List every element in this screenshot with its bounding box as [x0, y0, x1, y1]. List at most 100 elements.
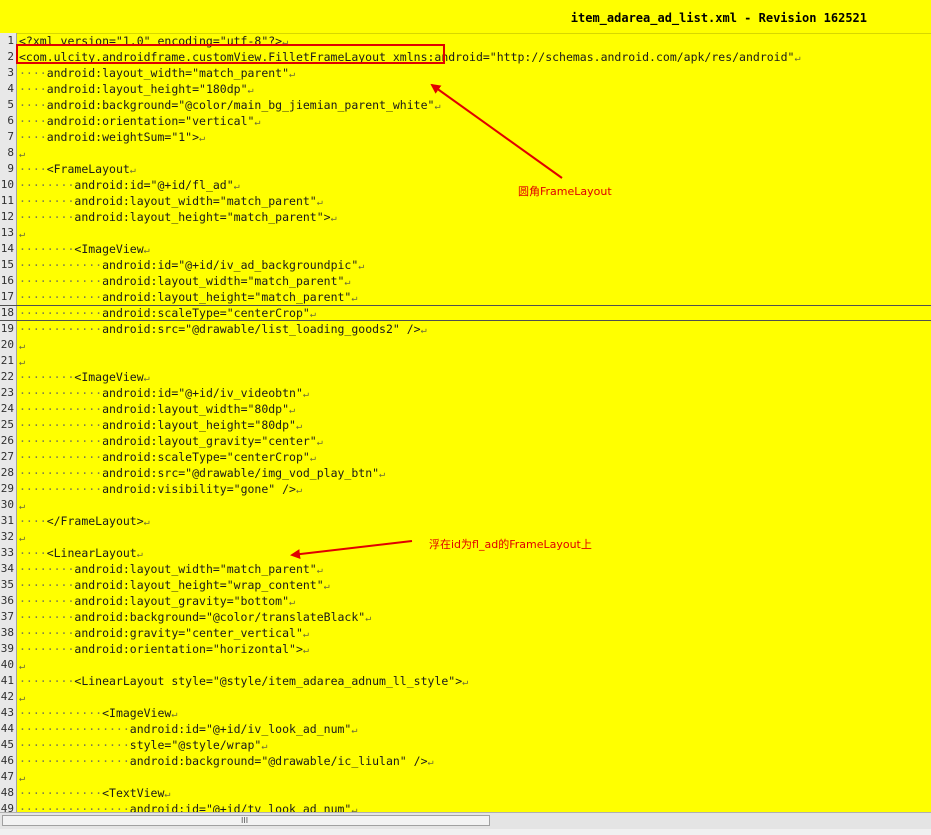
- newline-marker: ↵: [351, 805, 358, 812]
- line-content: android:background="@color/main_bg_jiemi…: [46, 98, 435, 112]
- title-bar: item_adarea_ad_list.xml - Revision 16252…: [0, 0, 931, 34]
- code-line[interactable]: 21 ↵: [0, 353, 931, 369]
- line-content: android:visibility="gone" />: [102, 482, 296, 496]
- line-number: 20: [0, 338, 14, 351]
- code-line[interactable]: 49 ················android:id="@+id/tv_lo…: [0, 801, 931, 812]
- code-line[interactable]: 40 ↵: [0, 657, 931, 673]
- line-content: <LinearLayout: [46, 546, 137, 560]
- newline-marker: ↵: [330, 213, 337, 224]
- newline-marker: ↵: [794, 53, 801, 64]
- code-line[interactable]: 5 ····android:background="@color/main_bg_…: [0, 97, 931, 113]
- line-content: android:layout_width="match_parent": [46, 66, 290, 80]
- code-line[interactable]: 30 ↵: [0, 497, 931, 513]
- line-number: 21: [0, 354, 14, 367]
- code-line[interactable]: 7 ····android:weightSum="1">↵: [0, 129, 931, 145]
- line-number: 29: [0, 482, 14, 495]
- indent-markers: ····: [19, 66, 47, 80]
- newline-marker: ↵: [316, 197, 323, 208]
- line-number: 23: [0, 386, 14, 399]
- code-editor[interactable]: 1 <?xml version="1.0" encoding="utf-8"?>↵…: [0, 33, 931, 812]
- code-line[interactable]: 28 ············android:src="@drawable/img…: [0, 465, 931, 481]
- code-line[interactable]: 11 ········android:layout_width="match_pa…: [0, 193, 931, 209]
- newline-marker: ↵: [171, 709, 178, 720]
- newline-marker: ↵: [19, 149, 26, 160]
- newline-marker: ↵: [143, 517, 150, 528]
- line-content: android:layout_width="match_parent": [74, 562, 317, 576]
- code-line[interactable]: 14 ········<ImageView↵: [0, 241, 931, 257]
- code-line[interactable]: 6 ····android:orientation="vertical"↵: [0, 113, 931, 129]
- code-line[interactable]: 29 ············android:visibility="gone" …: [0, 481, 931, 497]
- indent-markers: ················: [19, 754, 130, 768]
- scrollbar-thumb[interactable]: III: [2, 815, 490, 826]
- code-line[interactable]: 36 ········android:layout_gravity="bottom…: [0, 593, 931, 609]
- line-content: <ImageView: [102, 706, 172, 720]
- code-line[interactable]: 1 <?xml version="1.0" encoding="utf-8"?>↵: [0, 33, 931, 49]
- code-line[interactable]: 39 ········android:orientation="horizonta…: [0, 641, 931, 657]
- code-line[interactable]: 25 ············android:layout_height="80d…: [0, 417, 931, 433]
- editor-window: item_adarea_ad_list.xml - Revision 16252…: [0, 0, 931, 835]
- code-line[interactable]: 46 ················android:background="@d…: [0, 753, 931, 769]
- line-number: 25: [0, 418, 14, 431]
- line-content: android:gravity="center_vertical": [74, 626, 303, 640]
- code-line[interactable]: 27 ············android:scaleType="centerC…: [0, 449, 931, 465]
- newline-marker: ↵: [420, 325, 427, 336]
- code-line[interactable]: 35 ········android:layout_height="wrap_co…: [0, 577, 931, 593]
- newline-marker: ↵: [289, 69, 296, 80]
- code-line[interactable]: 19 ············android:src="@drawable/lis…: [0, 321, 931, 337]
- code-line[interactable]: 31 ····</FrameLayout>↵: [0, 513, 931, 529]
- line-content: android:layout_gravity="bottom": [74, 594, 290, 608]
- code-line[interactable]: 43 ············<ImageView↵: [0, 705, 931, 721]
- code-line[interactable]: 44 ················android:id="@+id/iv_lo…: [0, 721, 931, 737]
- line-content: android:layout_width="match_parent": [102, 274, 345, 288]
- code-line[interactable]: 20 ↵: [0, 337, 931, 353]
- line-content: android:layout_width="match_parent": [74, 194, 317, 208]
- line-number: 27: [0, 450, 14, 463]
- line-content: android:orientation="horizontal">: [74, 642, 303, 656]
- line-content: android:src="@drawable/list_loading_good…: [102, 322, 421, 336]
- newline-marker: ↵: [254, 117, 261, 128]
- line-number: 32: [0, 530, 14, 543]
- newline-marker: ↵: [282, 37, 289, 48]
- code-line[interactable]: 16 ············android:layout_width="matc…: [0, 273, 931, 289]
- code-line[interactable]: 12 ········android:layout_height="match_p…: [0, 209, 931, 225]
- code-line[interactable]: 45 ················style="@style/wrap"↵: [0, 737, 931, 753]
- code-line[interactable]: 13 ↵: [0, 225, 931, 241]
- code-line[interactable]: 34 ········android:layout_width="match_pa…: [0, 561, 931, 577]
- code-lines[interactable]: 1 <?xml version="1.0" encoding="utf-8"?>↵…: [0, 33, 931, 812]
- code-line[interactable]: 22 ········<ImageView↵: [0, 369, 931, 385]
- line-content: android:id="@+id/iv_ad_backgroundpic": [102, 258, 359, 272]
- annotation-floating-layout: 浮在id为fl_ad的FrameLayout上: [429, 538, 592, 551]
- code-line[interactable]: 2 <com.ulcity.androidframe.customView.Fil…: [0, 49, 931, 65]
- code-line[interactable]: 42 ↵: [0, 689, 931, 705]
- code-line[interactable]: 8 ↵: [0, 145, 931, 161]
- line-content: android:id="@+id/tv_look_ad_num": [129, 802, 352, 812]
- code-line[interactable]: 48 ············<TextView↵: [0, 785, 931, 801]
- code-line[interactable]: 37 ········android:background="@color/tra…: [0, 609, 931, 625]
- line-content: android:id="@+id/iv_look_ad_num": [129, 722, 352, 736]
- line-text: ················android:id="@+id/tv_look…: [19, 801, 357, 812]
- line-content: <LinearLayout style="@style/item_adarea_…: [74, 674, 463, 688]
- code-line[interactable]: 23 ············android:id="@+id/iv_videob…: [0, 385, 931, 401]
- line-content: android:layout_height="match_parent">: [74, 210, 331, 224]
- code-line[interactable]: 9 ····<FrameLayout↵: [0, 161, 931, 177]
- line-content: android:background="@drawable/ic_liulan"…: [129, 754, 428, 768]
- code-line[interactable]: 3 ····android:layout_width="match_parent"…: [0, 65, 931, 81]
- code-line[interactable]: 15 ············android:id="@+id/iv_ad_bac…: [0, 257, 931, 273]
- code-line[interactable]: 17 ············android:layout_height="mat…: [0, 289, 931, 305]
- code-line[interactable]: 18 ············android:scaleType="centerC…: [0, 305, 931, 321]
- line-number: 46: [0, 754, 14, 767]
- indent-markers: ············: [19, 418, 103, 432]
- code-line[interactable]: 47 ↵: [0, 769, 931, 785]
- newline-marker: ↵: [143, 373, 150, 384]
- code-line[interactable]: 4 ····android:layout_height="180dp"↵: [0, 81, 931, 97]
- code-line[interactable]: 41 ········<LinearLayout style="@style/it…: [0, 673, 931, 689]
- indent-markers: ········: [19, 178, 75, 192]
- code-line[interactable]: 26 ············android:layout_gravity="ce…: [0, 433, 931, 449]
- code-line[interactable]: 10 ········android:id="@+id/fl_ad"↵: [0, 177, 931, 193]
- horizontal-scrollbar[interactable]: III: [0, 812, 931, 829]
- code-line[interactable]: 38 ········android:gravity="center_vertic…: [0, 625, 931, 641]
- line-content: android:background="@color/translateBlac…: [74, 610, 366, 624]
- code-line[interactable]: 24 ············android:layout_width="80dp…: [0, 401, 931, 417]
- line-content: android:layout_height="180dp": [46, 82, 248, 96]
- indent-markers: ····: [19, 546, 47, 560]
